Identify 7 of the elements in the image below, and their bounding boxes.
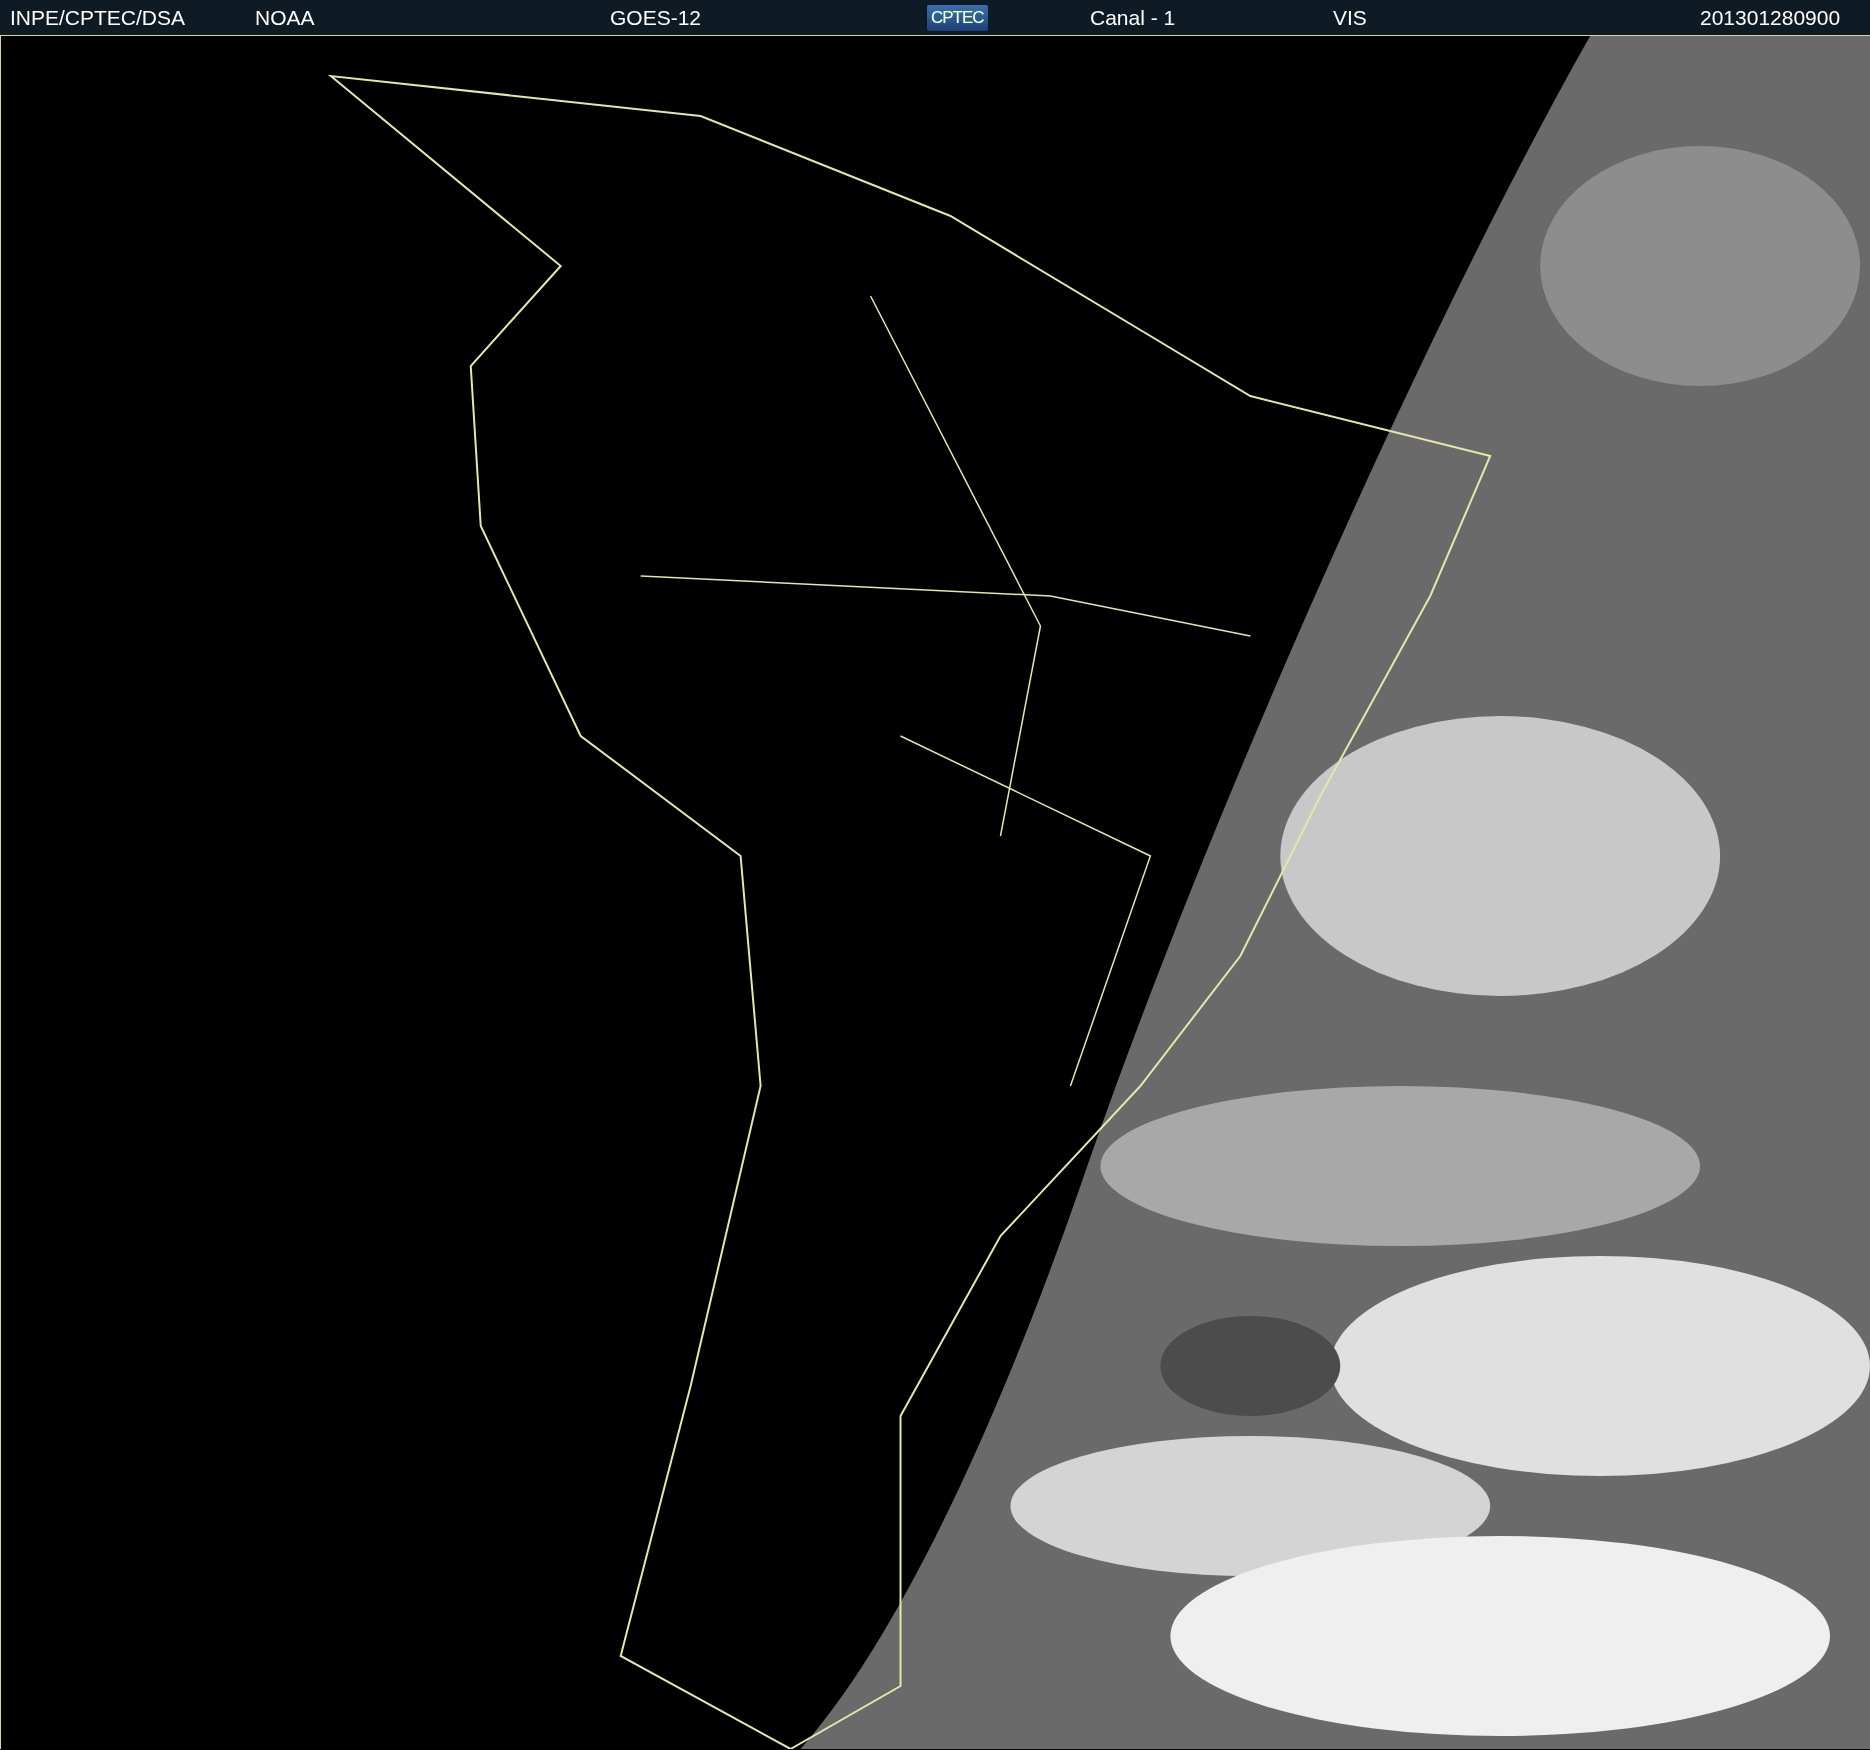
header-label: GOES-12	[610, 5, 702, 30]
logo: CPTEC	[927, 4, 988, 31]
header-label: Canal - 1	[1090, 5, 1176, 30]
header-label: 201301280900	[1700, 5, 1841, 30]
header-label: INPE/CPTEC/DSA	[10, 5, 186, 30]
header-label: VIS	[1333, 5, 1367, 30]
header-label: NOAA	[255, 5, 315, 30]
